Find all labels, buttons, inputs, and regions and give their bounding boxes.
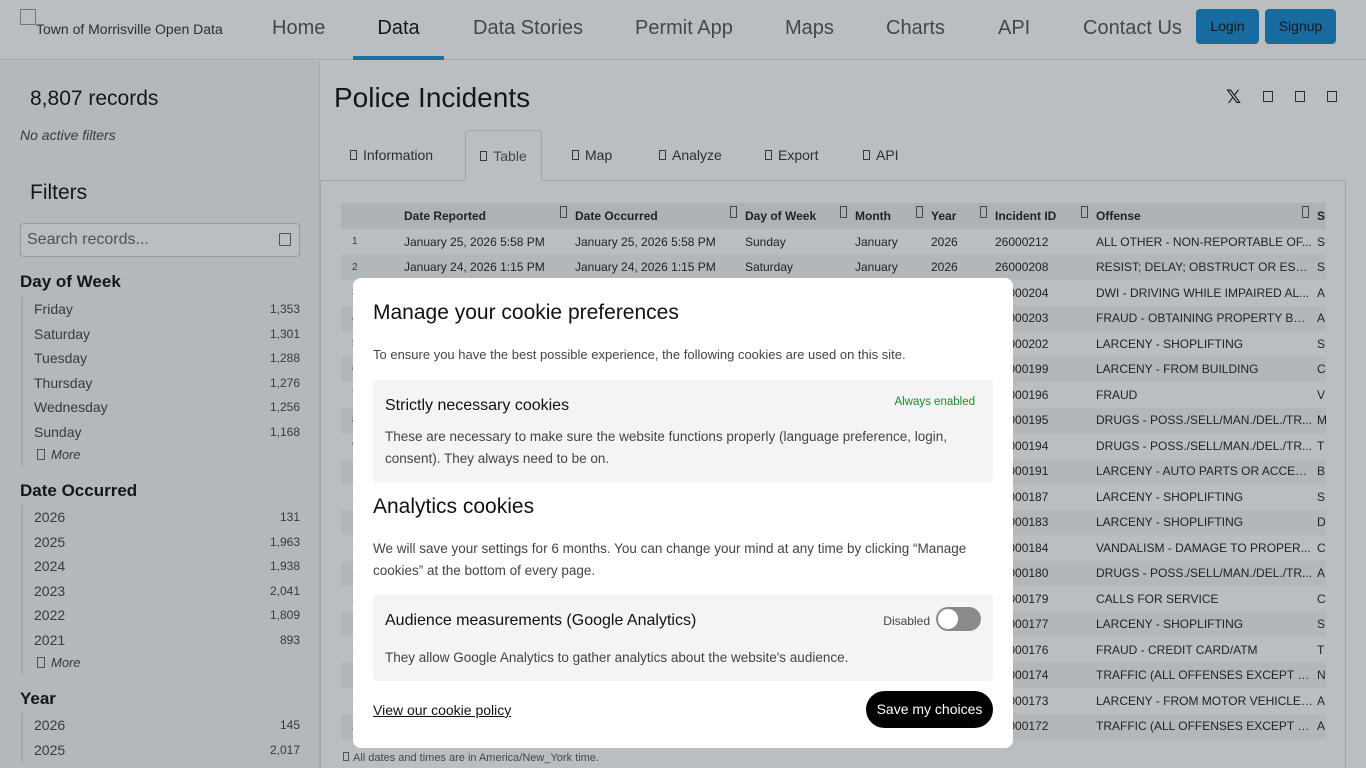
modal-title: Manage your cookie preferences xyxy=(373,301,679,324)
save-choices-button[interactable]: Save my choices xyxy=(866,691,993,728)
always-enabled-status: Always enabled xyxy=(894,396,975,408)
strict-cookies-description: These are necessary to make sure the web… xyxy=(385,429,948,466)
modal-intro: To ensure you have the best possible exp… xyxy=(373,347,906,362)
audience-cookies-title: Audience measurements (Google Analytics) xyxy=(385,612,697,629)
analytics-toggle[interactable] xyxy=(936,607,981,631)
audience-cookies-box: Audience measurements (Google Analytics)… xyxy=(373,595,993,681)
strict-cookies-box: Strictly necessary cookies Always enable… xyxy=(373,380,993,482)
strict-cookies-title: Strictly necessary cookies xyxy=(385,397,570,414)
toggle-knob xyxy=(938,609,958,629)
cookie-policy-link[interactable]: View our cookie policy xyxy=(373,702,511,718)
audience-status: Disabled xyxy=(883,614,930,628)
analytics-cookies-title: Analytics cookies xyxy=(373,495,535,518)
audience-cookies-description: They allow Google Analytics to gather an… xyxy=(385,650,849,665)
analytics-cookies-description: We will save your settings for 6 months.… xyxy=(373,541,967,578)
cookie-preferences-modal: Manage your cookie preferences To ensure… xyxy=(353,278,1013,748)
